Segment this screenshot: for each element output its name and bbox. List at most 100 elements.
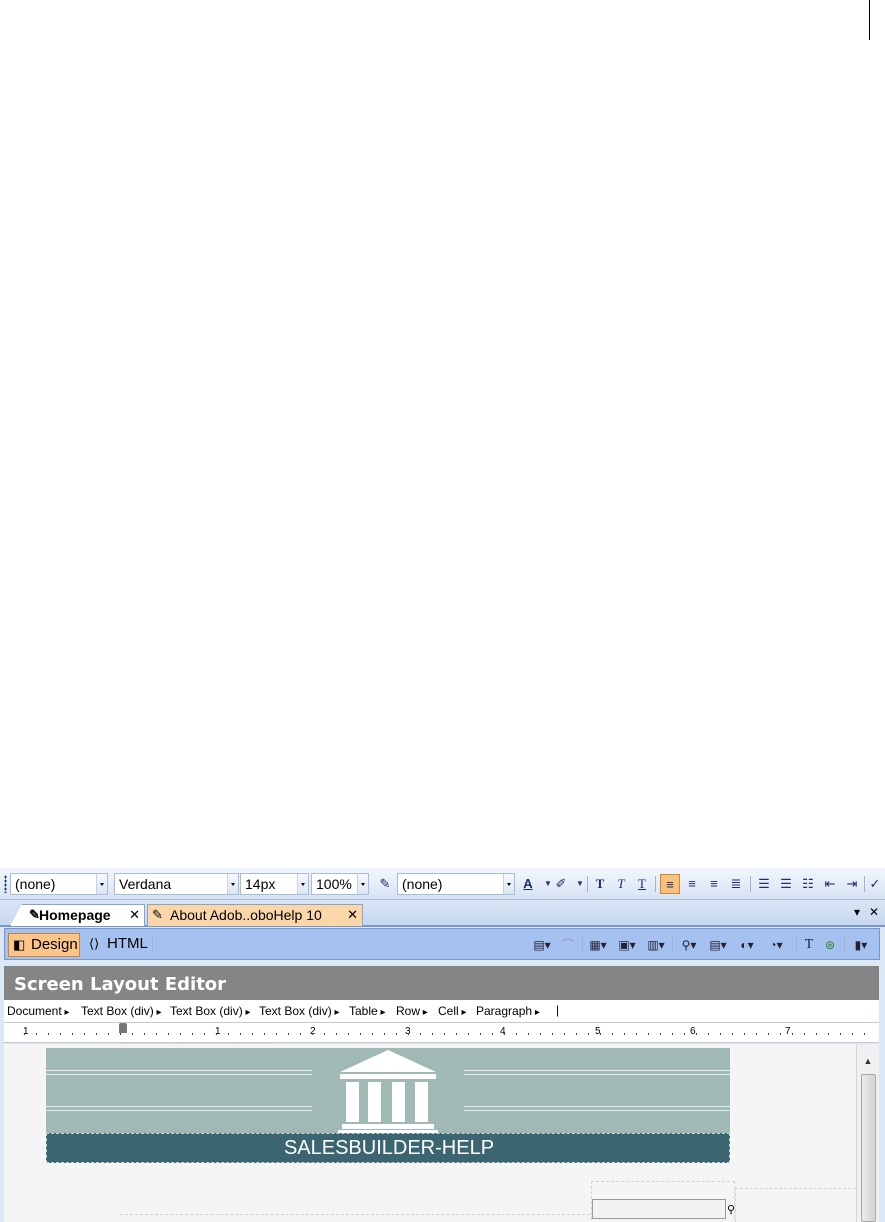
html-label: HTML xyxy=(107,935,148,952)
ruler-tick xyxy=(432,1033,433,1035)
font-size-select[interactable]: 14px xyxy=(240,873,309,895)
chevron-down-icon[interactable] xyxy=(227,874,238,894)
breadcrumb-text-box[interactable]: Text Box (div) xyxy=(259,1004,340,1018)
font-size-value: 14px xyxy=(245,876,276,892)
toolbar-separator xyxy=(864,876,865,892)
topic-icon: ✎ xyxy=(29,907,40,922)
chevron-down-icon[interactable] xyxy=(503,874,514,894)
vertical-scrollbar[interactable]: ▲ xyxy=(856,1044,879,1222)
align-center-icon[interactable]: ≡ xyxy=(682,874,702,894)
tab-about-robohelp[interactable]: ✎ About Adob..oboHelp 10 ✕ xyxy=(147,904,363,926)
ruler-tick xyxy=(540,1033,541,1035)
document-icon[interactable]: ▥▾ xyxy=(645,937,667,953)
breadcrumb-cursor: | xyxy=(556,1003,560,1017)
ruler-tick xyxy=(840,1033,841,1035)
breadcrumb-table[interactable]: Table xyxy=(349,1004,386,1018)
find-icon[interactable]: ⚲▾ xyxy=(678,937,700,953)
ruler-tick xyxy=(216,1033,217,1035)
chevron-down-icon[interactable] xyxy=(297,874,308,894)
breadcrumb-text-box[interactable]: Text Box (div) xyxy=(170,1004,251,1018)
justify-icon[interactable]: ≣ xyxy=(726,874,746,894)
ruler-tick xyxy=(816,1033,817,1035)
ruler-tick xyxy=(828,1033,829,1035)
green-link-icon[interactable]: ⊛ xyxy=(819,937,841,953)
indent-marker[interactable] xyxy=(119,1023,127,1033)
tab-homepage[interactable]: ✎ Homepage ✕ xyxy=(10,904,145,926)
breadcrumb-cell[interactable]: Cell xyxy=(438,1004,466,1018)
ruler-tick xyxy=(456,1033,457,1035)
insert-field-icon[interactable]: ▤▾ xyxy=(531,937,553,953)
search-icon[interactable]: ⚲ xyxy=(727,1203,735,1216)
font-select[interactable]: Verdana xyxy=(114,873,239,895)
ruler-tick xyxy=(132,1033,133,1035)
scroll-up-icon[interactable]: ▲ xyxy=(861,1054,875,1068)
link-icon[interactable]: ◔▾ xyxy=(765,937,787,953)
search-input[interactable] xyxy=(592,1199,726,1219)
zoom-select[interactable]: 100% xyxy=(311,873,369,895)
form-icon[interactable]: ▣▾ xyxy=(616,937,638,953)
bank-building-icon xyxy=(312,1048,464,1134)
design-canvas[interactable]: SALESBUILDER-HELP ⚲ xyxy=(4,1043,856,1222)
highlight-color-icon[interactable]: ✐ xyxy=(551,874,571,894)
spell-check-icon[interactable]: ✓ xyxy=(866,874,884,894)
css-style-icon[interactable]: ✎ xyxy=(375,874,395,894)
ruler-number: 5 xyxy=(595,1026,601,1037)
underline-icon[interactable]: T xyxy=(632,874,652,894)
align-left-icon[interactable]: ≡ xyxy=(660,874,680,894)
banner-title-box[interactable]: SALESBUILDER-HELP xyxy=(46,1133,730,1163)
decrease-indent-icon[interactable]: ⇤ xyxy=(820,874,840,894)
chevron-down-icon[interactable] xyxy=(96,874,107,894)
delete-icon[interactable]: ⌒ xyxy=(557,937,579,953)
show-icon[interactable]: ▤▾ xyxy=(707,937,729,953)
layout-icon[interactable]: ▮▾ xyxy=(850,937,872,953)
ruler-tick xyxy=(192,1033,193,1035)
italic-icon[interactable]: T xyxy=(611,874,631,894)
design-view-button[interactable]: ◧ Design xyxy=(8,933,80,957)
ruler-tick xyxy=(36,1033,37,1035)
breadcrumb-row[interactable]: Row xyxy=(396,1004,428,1018)
breadcrumb-text-box[interactable]: Text Box (div) xyxy=(81,1004,162,1018)
dynamic-html-icon[interactable]: ◐▾ xyxy=(736,937,758,953)
table-icon[interactable]: ▦▾ xyxy=(587,937,609,953)
scrollbar-thumb[interactable] xyxy=(861,1074,876,1222)
breadcrumb-document[interactable]: Document xyxy=(7,1004,70,1018)
bold-icon[interactable]: T xyxy=(590,874,610,894)
close-all-icon[interactable]: ✕ xyxy=(869,905,879,919)
ruler-tick xyxy=(672,1033,673,1035)
ruler-tick xyxy=(396,1033,397,1035)
html-view-button[interactable]: ⟨⟩ HTML xyxy=(85,933,151,957)
chevron-down-icon[interactable] xyxy=(357,874,368,894)
numbered-list-icon[interactable]: ☰ xyxy=(754,874,774,894)
banner-rule xyxy=(46,1106,318,1107)
ruler-tick xyxy=(612,1033,613,1035)
ruler-tick xyxy=(420,1033,421,1035)
ruler-tick xyxy=(336,1033,337,1035)
text-icon[interactable]: T xyxy=(798,937,820,953)
ruler-tick xyxy=(384,1033,385,1035)
breadcrumb-paragraph[interactable]: Paragraph xyxy=(476,1004,540,1018)
toolbar-separator xyxy=(152,936,153,952)
align-right-icon[interactable]: ≡ xyxy=(704,874,724,894)
ruler-tick xyxy=(288,1033,289,1035)
font-color-icon[interactable]: A xyxy=(518,874,538,894)
ruler-tick xyxy=(552,1033,553,1035)
css-class-select[interactable]: (none) xyxy=(397,873,515,895)
multilevel-list-icon[interactable]: ☷ xyxy=(798,874,818,894)
layout-guide xyxy=(120,1214,590,1222)
ruler-number: 3 xyxy=(405,1026,411,1037)
style-select[interactable]: (none) xyxy=(10,873,108,895)
ruler-tick xyxy=(492,1033,493,1035)
ruler-tick xyxy=(480,1033,481,1035)
close-icon[interactable]: ✕ xyxy=(129,905,140,925)
tab-list-dropdown-icon[interactable]: ▾ xyxy=(854,905,860,919)
ruler-tick xyxy=(744,1033,745,1035)
bulleted-list-icon[interactable]: ☰ xyxy=(776,874,796,894)
breadcrumb: Document Text Box (div) Text Box (div) T… xyxy=(4,1000,879,1023)
ruler-number: 1 xyxy=(23,1026,29,1037)
ruler-tick xyxy=(588,1033,589,1035)
close-icon[interactable]: ✕ xyxy=(347,905,358,925)
tab-label: Homepage xyxy=(39,907,111,923)
ruler-tick xyxy=(300,1033,301,1035)
toolbar-grip[interactable] xyxy=(4,875,7,893)
increase-indent-icon[interactable]: ⇥ xyxy=(842,874,862,894)
